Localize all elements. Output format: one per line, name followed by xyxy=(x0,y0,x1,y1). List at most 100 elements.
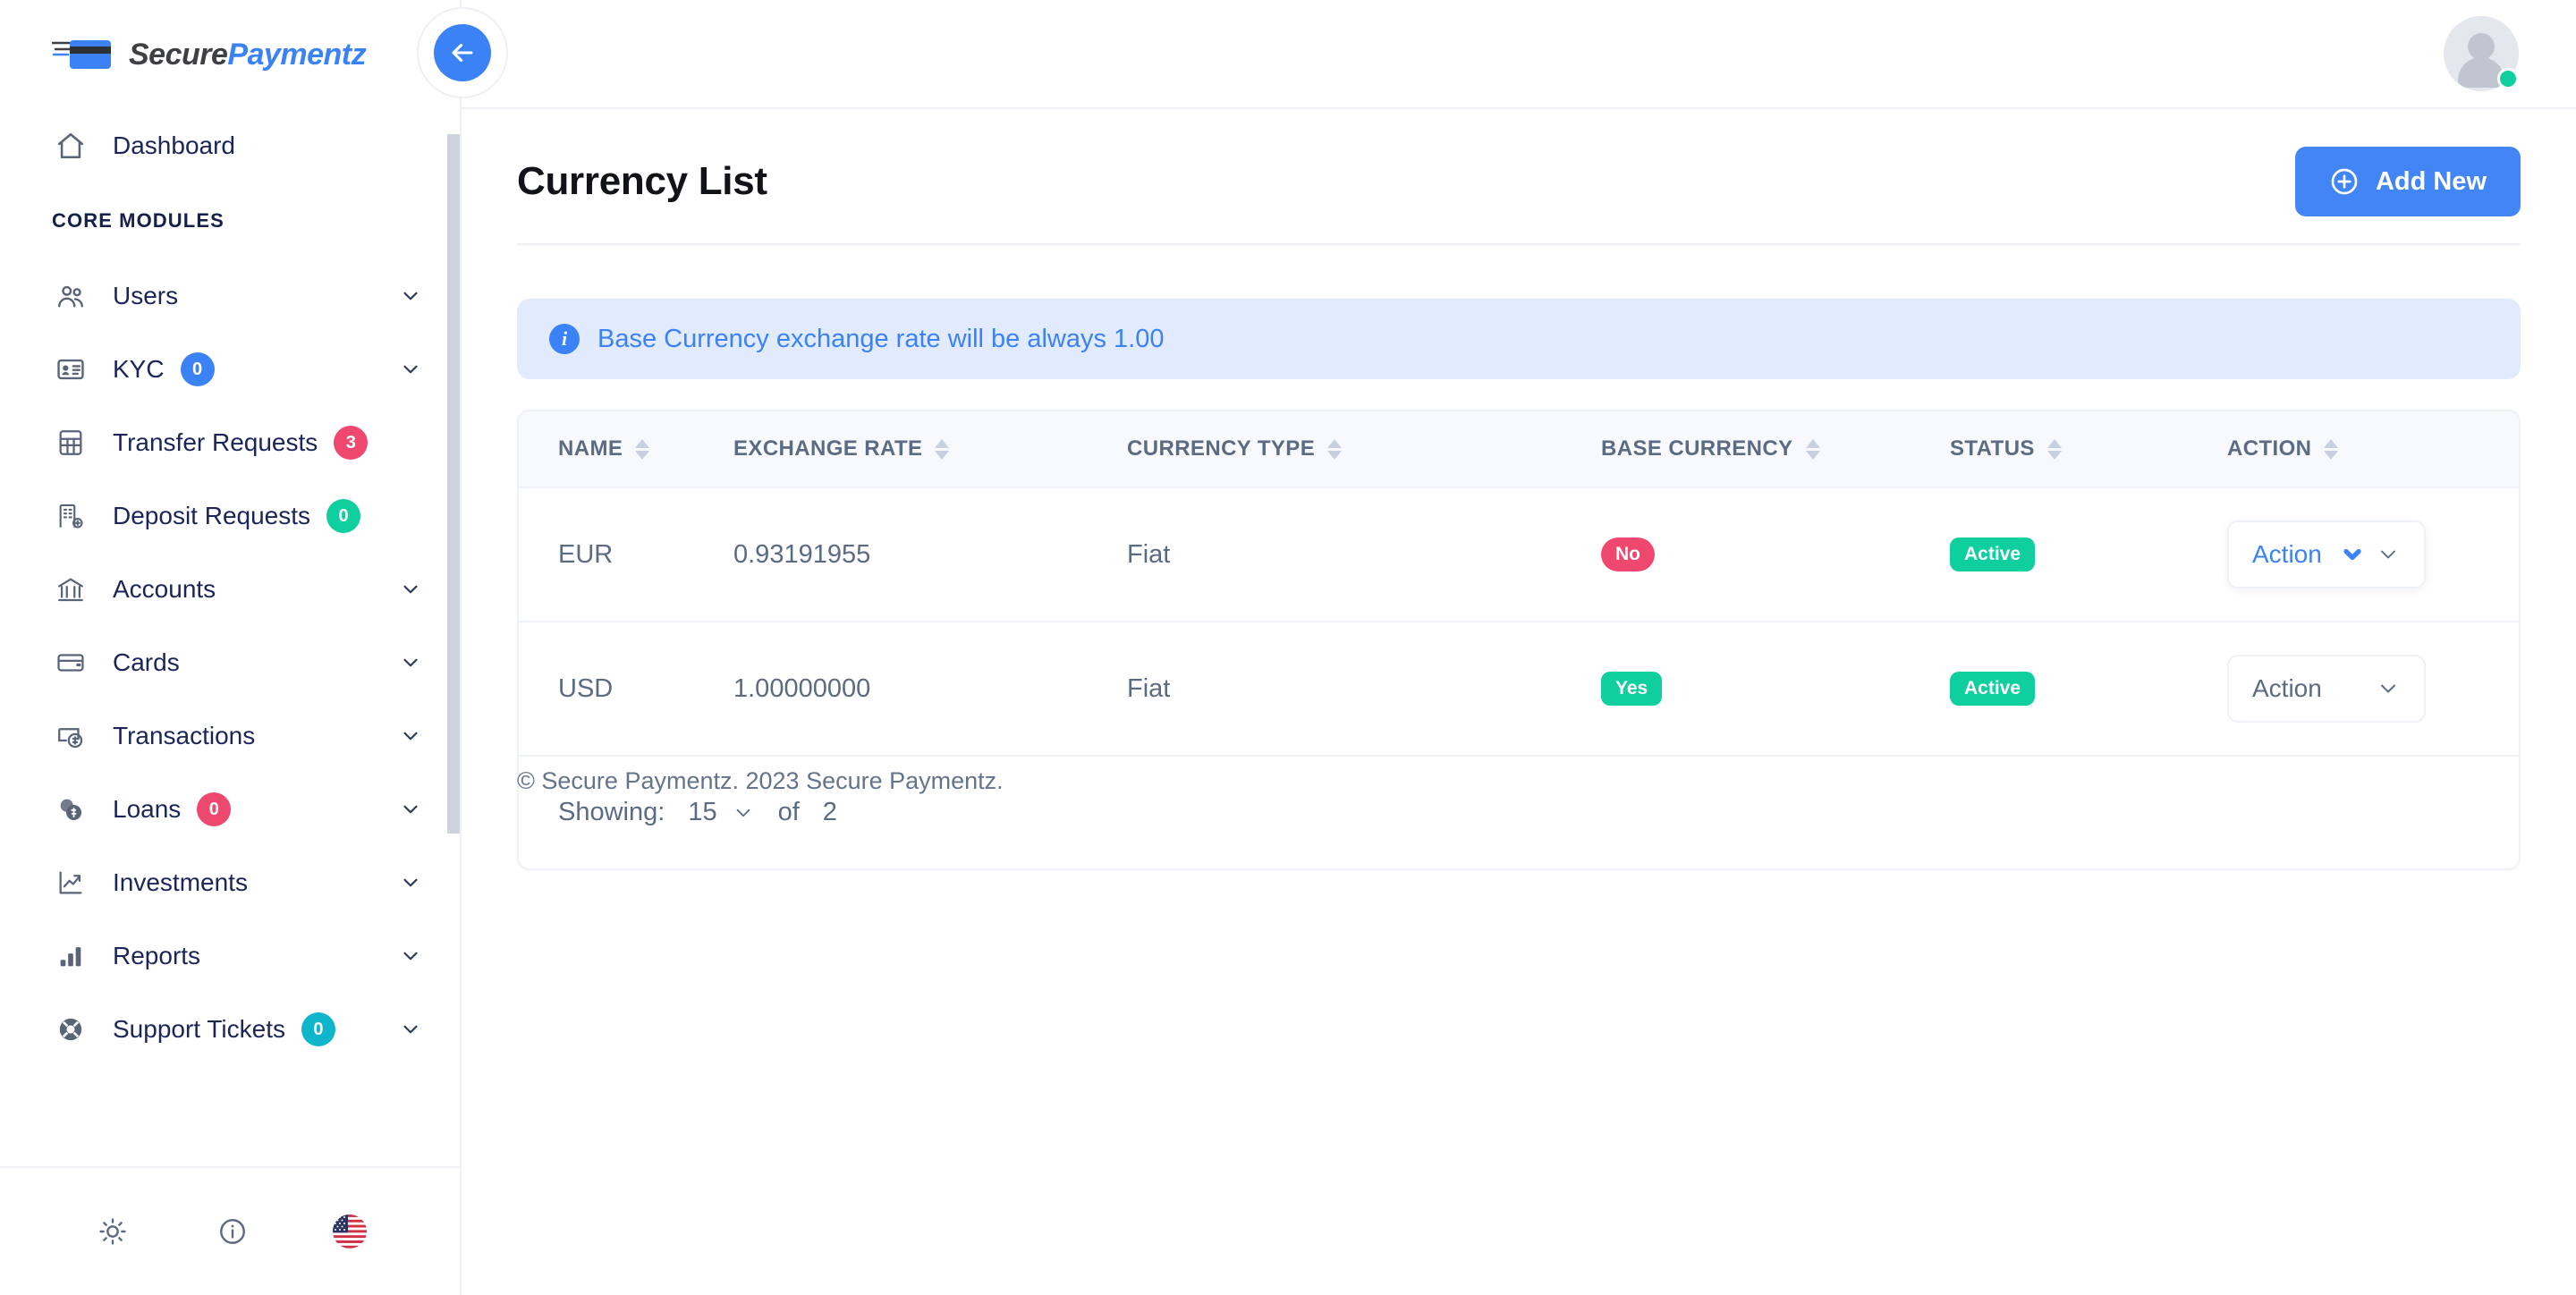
chevron-down-icon[interactable] xyxy=(399,1018,422,1041)
sort-icon[interactable] xyxy=(2324,438,2339,460)
table-body: EUR 0.93191955 Fiat No Active Action USD… xyxy=(519,487,2519,757)
sidebar-item-reports[interactable]: Reports xyxy=(0,919,460,993)
chevron-down-icon xyxy=(2340,542,2365,567)
brand-logo[interactable]: SecurePaymentz xyxy=(0,0,460,109)
sort-icon[interactable] xyxy=(935,438,950,460)
chevron-down-icon[interactable] xyxy=(399,358,422,381)
info-icon: i xyxy=(549,324,580,354)
chevron-down-icon[interactable] xyxy=(399,944,422,968)
status-online-dot xyxy=(2497,68,2519,89)
cell-name: EUR xyxy=(519,487,733,622)
sidebar-item-loans[interactable]: Loans 0 xyxy=(0,773,460,846)
sort-icon[interactable] xyxy=(1327,438,1343,460)
avatar-head xyxy=(2468,33,2495,60)
sidebar-item-transfer-requests[interactable]: Transfer Requests 3 xyxy=(0,406,460,479)
column-header-exchange-rate[interactable]: EXCHANGE RATE xyxy=(733,411,1127,488)
cell-exchange-rate: 0.93191955 xyxy=(733,487,1127,622)
brand-name-first: Secure xyxy=(129,37,228,72)
sidebar-item-investments[interactable]: Investments xyxy=(0,846,460,919)
column-label: NAME xyxy=(558,436,623,461)
chevron-down-icon[interactable] xyxy=(399,724,422,748)
sidebar-item-label: Loans xyxy=(113,795,182,823)
sidebar-item-kyc[interactable]: KYC 0 xyxy=(0,333,460,406)
sidebar-badge-kyc: 0 xyxy=(180,352,215,386)
info-alert: i Base Currency exchange rate will be al… xyxy=(517,299,2521,379)
cell-name: USD xyxy=(519,622,733,757)
chevron-down-icon[interactable] xyxy=(399,871,422,894)
column-header-action[interactable]: ACTION xyxy=(2227,411,2519,488)
sidebar-item-support-tickets[interactable]: Support Tickets 0 xyxy=(0,993,460,1066)
cell-status: Active xyxy=(1950,622,2227,757)
sidebar-item-label: Users xyxy=(113,282,179,309)
sidebar-item-label: KYC xyxy=(113,355,165,383)
column-label: STATUS xyxy=(1950,436,2035,461)
chevron-down-icon[interactable] xyxy=(399,284,422,308)
header-divider xyxy=(517,243,2521,245)
info-alert-text: Base Currency exchange rate will be alwa… xyxy=(597,324,1165,353)
action-label: Action xyxy=(2252,540,2322,568)
sidebar-nav: Dashboard CORE MODULES Users KYC 0 Trans… xyxy=(0,109,460,1166)
card-swipe-logo-icon xyxy=(50,35,120,74)
page-footer: © Secure Paymentz. 2023 Secure Paymentz. xyxy=(517,767,1004,794)
sidebar-scrollbar-thumb[interactable] xyxy=(447,134,460,834)
chevron-down-icon[interactable] xyxy=(399,651,422,674)
sidebar-item-deposit-requests[interactable]: Deposit Requests 0 xyxy=(0,479,460,553)
chevron-down-icon[interactable] xyxy=(399,578,422,601)
money-exchange-icon xyxy=(52,717,89,755)
home-icon xyxy=(52,127,89,165)
chevron-down-icon[interactable] xyxy=(399,798,422,821)
avatar[interactable] xyxy=(2444,16,2519,91)
cell-action: Action xyxy=(2227,487,2519,622)
action-dropdown-button[interactable]: Action xyxy=(2227,521,2426,588)
sidebar-item-label: Deposit Requests xyxy=(113,502,311,529)
sort-icon[interactable] xyxy=(635,438,650,460)
sidebar-item-accounts[interactable]: Accounts xyxy=(0,553,460,626)
cell-action: Action xyxy=(2227,622,2519,757)
sidebar-item-label: Cards xyxy=(113,648,180,676)
brand-name-second: Paymentz xyxy=(227,37,367,72)
sidebar-item-cards[interactable]: Cards xyxy=(0,626,460,699)
page-header: Currency List Add New xyxy=(517,109,2521,222)
id-card-icon xyxy=(52,351,89,388)
back-button[interactable] xyxy=(419,9,506,97)
sidebar-footer xyxy=(0,1166,460,1295)
cell-currency-type: Fiat xyxy=(1127,487,1601,622)
sidebar-item-label: Dashboard xyxy=(113,131,235,159)
topbar xyxy=(462,0,2576,109)
sidebar-item-users[interactable]: Users xyxy=(0,259,460,333)
add-new-label: Add New xyxy=(2375,166,2487,196)
chevron-down-icon xyxy=(2376,676,2401,701)
sort-icon[interactable] xyxy=(1805,438,1820,460)
sun-icon[interactable] xyxy=(93,1212,132,1251)
info-circle-icon[interactable] xyxy=(213,1212,252,1251)
status-badge: Active xyxy=(1950,672,2036,706)
trending-up-icon xyxy=(52,864,89,901)
sidebar-item-label: Investments xyxy=(113,868,248,896)
life-buoy-icon xyxy=(52,1011,89,1048)
sidebar-section-label: CORE MODULES xyxy=(52,209,225,232)
sort-icon[interactable] xyxy=(2046,438,2062,460)
sidebar-badge-deposit-requests: 0 xyxy=(326,499,361,533)
sidebar-badge-transfer-requests: 3 xyxy=(334,426,369,460)
status-badge: Active xyxy=(1950,537,2036,571)
brand-name: SecurePaymentz xyxy=(129,37,367,72)
cell-base-currency: No xyxy=(1601,487,1950,622)
base-currency-badge: No xyxy=(1601,537,1655,571)
add-new-button[interactable]: Add New xyxy=(2294,147,2521,216)
table-head: NAME EXCHANGE RATE CURRENCY TYPE BASE CU… xyxy=(519,411,2519,488)
sidebar-scrollbar-track[interactable] xyxy=(447,109,460,1166)
sidebar-item-dashboard[interactable]: Dashboard xyxy=(0,109,460,182)
grid-table-icon xyxy=(52,424,89,461)
column-header-currency-type[interactable]: CURRENCY TYPE xyxy=(1127,411,1601,488)
page-title: Currency List xyxy=(517,159,767,203)
column-header-status[interactable]: STATUS xyxy=(1950,411,2227,488)
action-dropdown-button[interactable]: Action xyxy=(2227,655,2426,723)
column-header-base-currency[interactable]: BASE CURRENCY xyxy=(1601,411,1950,488)
us-flag-icon[interactable] xyxy=(333,1215,367,1248)
sidebar-item-transactions[interactable]: Transactions xyxy=(0,699,460,773)
page-container: Currency List Add New i Base Currency ex… xyxy=(462,109,2576,870)
sidebar-badge-loans: 0 xyxy=(197,792,232,826)
table-header-row: NAME EXCHANGE RATE CURRENCY TYPE BASE CU… xyxy=(519,411,2519,488)
column-header-name[interactable]: NAME xyxy=(519,411,733,488)
sidebar-badge-support-tickets: 0 xyxy=(301,1012,335,1046)
